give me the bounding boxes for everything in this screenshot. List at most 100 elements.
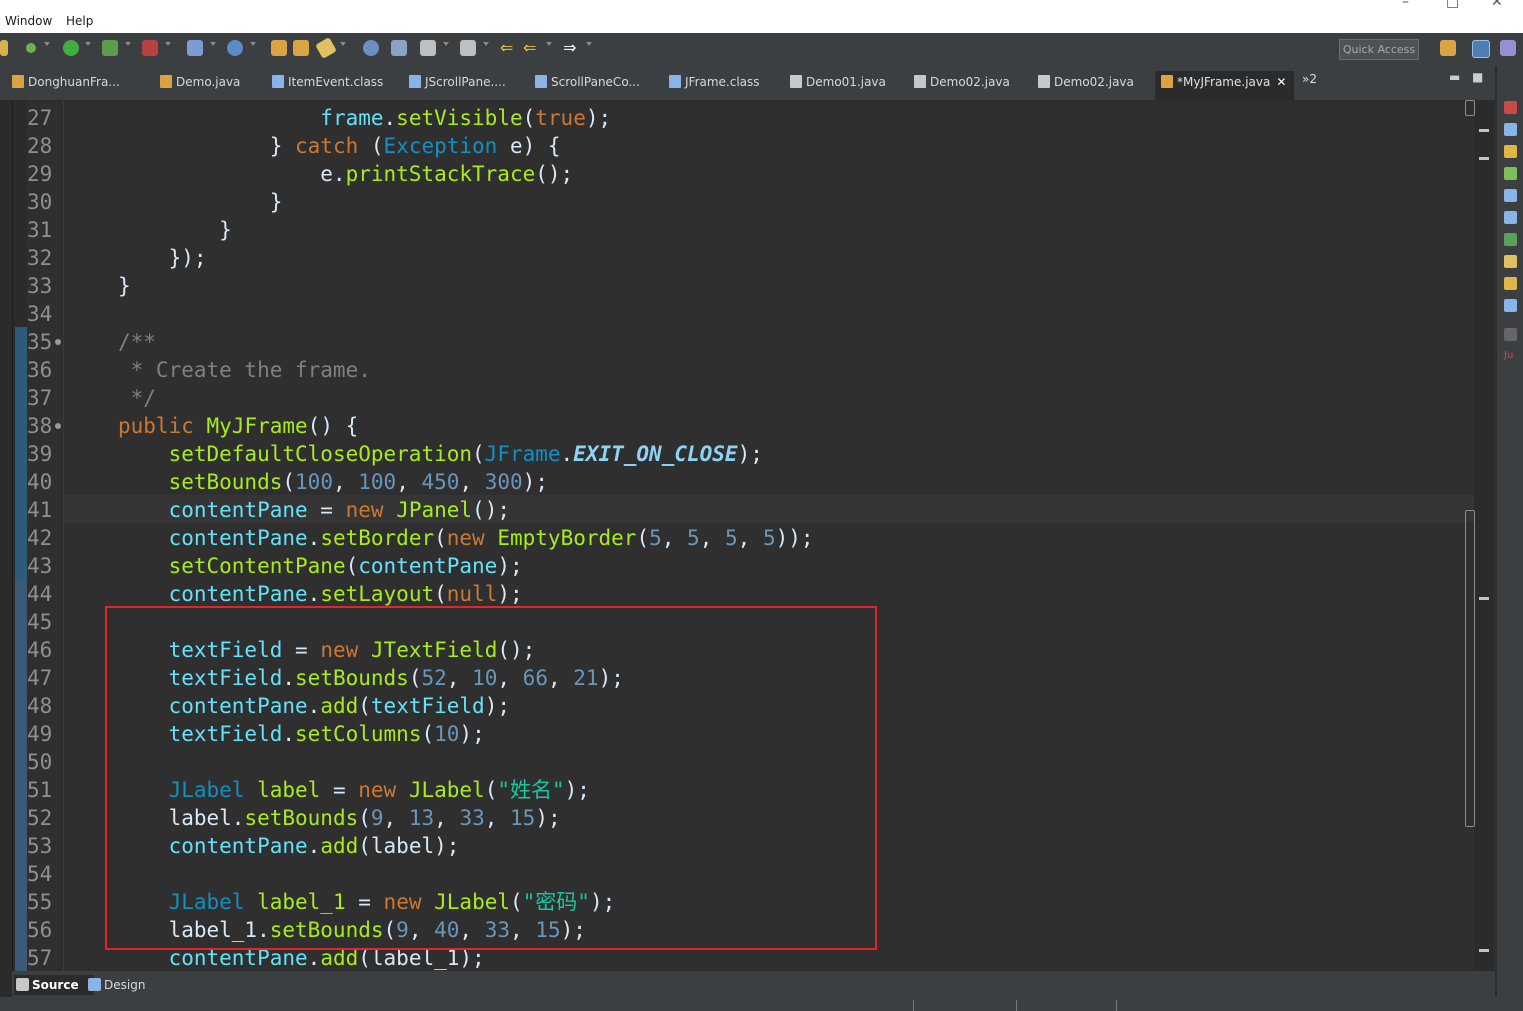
last-edit-icon[interactable]: ⇐	[500, 40, 516, 56]
run-external-icon[interactable]	[102, 40, 118, 56]
code-text-area[interactable]: frame.setVisible(true); } catch (Excepti…	[63, 101, 1474, 971]
open-resource-icon[interactable]	[293, 40, 309, 56]
chevron-down-icon[interactable]	[165, 42, 171, 46]
properties-icon[interactable]	[1504, 299, 1517, 312]
debug-icon[interactable]	[26, 43, 36, 53]
tab-demo01-java[interactable]: Demo01.java	[790, 75, 886, 95]
chevron-down-icon[interactable]	[125, 42, 131, 46]
next-annotation-icon[interactable]	[460, 40, 476, 56]
code-line[interactable]: label_1.setBounds(9, 40, 33, 15);	[118, 916, 586, 944]
run-icon[interactable]	[63, 40, 79, 56]
tab-myjframe-java[interactable]: *MyJFrame.java ✕	[1155, 71, 1295, 100]
menu-window[interactable]: Window	[5, 14, 52, 28]
new-java-project-icon[interactable]	[187, 40, 203, 56]
chevron-down-icon[interactable]	[85, 42, 91, 46]
declaration-icon[interactable]	[1504, 211, 1517, 224]
globe-icon[interactable]	[363, 40, 379, 56]
code-line[interactable]: label.setBounds(9, 13, 33, 15);	[118, 804, 561, 832]
tab-itemevent-class[interactable]: ItemEvent.class	[272, 75, 383, 95]
chevron-down-icon[interactable]	[483, 42, 489, 46]
new-icon[interactable]	[0, 40, 8, 56]
code-line[interactable]: */	[118, 384, 156, 412]
chevron-down-icon[interactable]	[44, 42, 50, 46]
line-number: 49	[27, 722, 53, 746]
minimize-button[interactable]: –	[1402, 0, 1409, 10]
code-line[interactable]: JLabel label = new JLabel("姓名");	[118, 776, 590, 804]
palette-icon[interactable]	[1504, 328, 1517, 341]
open-perspective-icon[interactable]	[1440, 40, 1456, 56]
code-line[interactable]: contentPane.setBorder(new EmptyBorder(5,…	[118, 524, 814, 552]
code-line[interactable]: setDefaultCloseOperation(JFrame.EXIT_ON_…	[118, 440, 763, 468]
java-perspective-icon[interactable]	[1472, 40, 1490, 58]
new-class-icon[interactable]	[227, 40, 243, 56]
tab-scrollpaneconstants[interactable]: ScrollPaneCo...	[535, 75, 640, 95]
code-line[interactable]: }	[118, 216, 232, 244]
chevron-down-icon[interactable]	[210, 42, 216, 46]
forward-arrow-icon[interactable]: ⇒	[563, 40, 579, 56]
code-line[interactable]: JLabel label_1 = new JLabel("密码");	[118, 888, 616, 916]
code-line[interactable]: frame.setVisible(true);	[118, 104, 611, 132]
mark-occurrences-icon[interactable]	[391, 40, 407, 56]
tab-demo-java[interactable]: Demo.java	[160, 75, 240, 95]
tab-design[interactable]: Design	[86, 975, 166, 995]
code-line[interactable]: textField.setBounds(52, 10, 66, 21);	[118, 664, 624, 692]
chevron-down-icon[interactable]	[546, 42, 552, 46]
code-line[interactable]: }	[118, 272, 131, 300]
minimize-editor-icon[interactable]: ▬	[1449, 70, 1460, 84]
problems-icon[interactable]	[1504, 277, 1517, 290]
search-icon[interactable]	[315, 37, 337, 59]
vertical-scrollbar-track[interactable]	[1465, 510, 1475, 827]
code-line[interactable]: }	[118, 188, 283, 216]
code-line[interactable]: contentPane.add(label_1);	[118, 944, 485, 971]
open-type-icon[interactable]	[271, 40, 287, 56]
code-line[interactable]: setContentPane(contentPane);	[118, 552, 523, 580]
console-icon[interactable]	[1504, 233, 1517, 246]
code-editor[interactable]: 27 28 29 30 31 32 33 34 35 36 37 38 39 40 41 42 43 44 45 46…	[12, 101, 1496, 971]
menu-help[interactable]: Help	[66, 14, 93, 28]
maximize-editor-icon[interactable]: ■	[1472, 70, 1483, 84]
chevron-down-icon[interactable]	[340, 42, 346, 46]
chevron-down-icon[interactable]	[586, 42, 592, 46]
code-line[interactable]: contentPane.add(textField);	[118, 692, 510, 720]
code-line[interactable]: });	[118, 244, 207, 272]
code-line[interactable]: } catch (Exception e) {	[118, 132, 561, 160]
code-line[interactable]: setBounds(100, 100, 450, 300);	[118, 468, 548, 496]
tab-demo02-java-2[interactable]: Demo02.java	[1038, 75, 1134, 95]
chevron-down-icon[interactable]	[250, 42, 256, 46]
code-line[interactable]: contentPane.setLayout(null);	[118, 580, 523, 608]
code-line[interactable]: public MyJFrame() {	[118, 412, 358, 440]
code-line[interactable]: contentPane = new JPanel();	[118, 496, 510, 524]
search-results-icon[interactable]	[1504, 255, 1517, 268]
annotation-icon[interactable]	[420, 40, 436, 56]
junit-icon[interactable]: Ju	[1504, 350, 1517, 363]
back-arrow-icon[interactable]: ⇐	[523, 40, 539, 56]
code-line[interactable]: textField = new JTextField();	[118, 636, 536, 664]
code-line[interactable]: e.printStackTrace();	[118, 160, 573, 188]
code-line[interactable]: /**	[118, 328, 156, 356]
code-line[interactable]: textField.setColumns(10);	[118, 720, 485, 748]
external-tools-icon[interactable]	[142, 40, 158, 56]
tab-jscrollpane[interactable]: JScrollPane....	[409, 75, 506, 95]
close-tab-icon[interactable]: ✕	[1276, 75, 1286, 89]
hierarchy-icon[interactable]	[1504, 167, 1517, 180]
code-token: contentPane	[168, 582, 308, 606]
task-list-icon[interactable]	[1504, 145, 1517, 158]
outline-icon[interactable]	[1504, 123, 1517, 136]
tab-overflow-button[interactable]: »2	[1302, 72, 1317, 86]
debug-perspective-icon[interactable]	[1500, 40, 1516, 56]
tab-jframe-class[interactable]: JFrame.class	[669, 75, 760, 95]
maximize-button[interactable]: □	[1446, 0, 1459, 10]
tab-demo02-java[interactable]: Demo02.java	[914, 75, 1010, 95]
tab-source[interactable]: Source	[14, 975, 94, 995]
code-line[interactable]: * Create the frame.	[118, 356, 371, 384]
restore-icon[interactable]	[1504, 101, 1517, 114]
quick-access-input[interactable]: Quick Access	[1339, 39, 1419, 60]
tab-donghuanframe[interactable]: DonghuanFra...	[12, 75, 120, 95]
code-token: setLayout	[320, 582, 435, 606]
close-window-button[interactable]: ✕	[1491, 0, 1503, 10]
vertical-scrollbar-thumb[interactable]	[1465, 100, 1475, 116]
javadoc-icon[interactable]	[1504, 189, 1517, 202]
line-number: 50	[27, 750, 53, 774]
code-line[interactable]: contentPane.add(label);	[118, 832, 460, 860]
chevron-down-icon[interactable]	[443, 42, 449, 46]
